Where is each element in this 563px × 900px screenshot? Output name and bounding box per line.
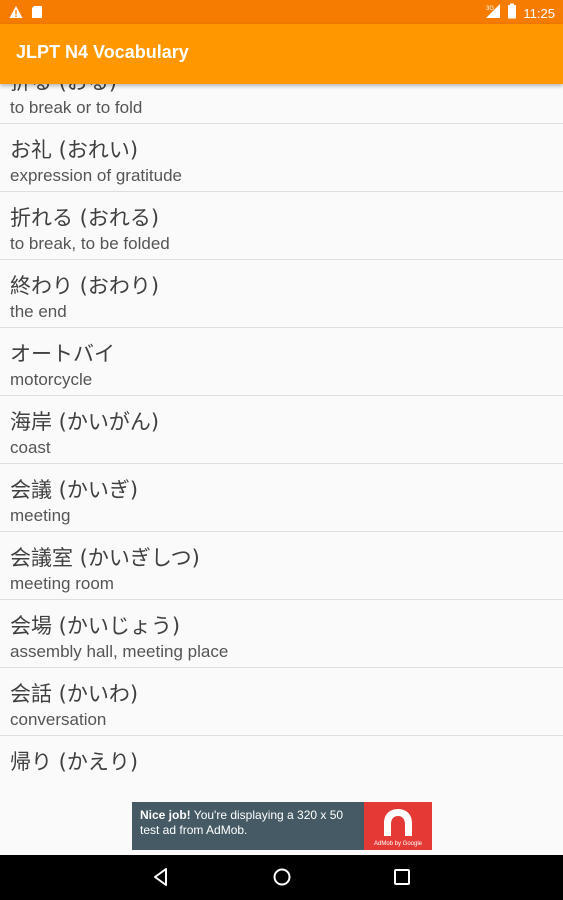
vocab-japanese: 海岸 (かいがん) bbox=[10, 410, 160, 434]
vocab-japanese: 会話 (かいわ) bbox=[10, 682, 139, 706]
app-title: JLPT N4 Vocabulary bbox=[16, 42, 189, 62]
vocab-list-item[interactable]: お礼 (おれい) expression of gratitude bbox=[0, 124, 563, 192]
vocab-japanese: オートバイ bbox=[10, 342, 115, 366]
ad-logo-caption: AdMob by Google bbox=[373, 841, 423, 847]
vocab-japanese: 会議室 (かいぎしつ) bbox=[10, 546, 200, 570]
vocab-japanese: 折る (おる) bbox=[10, 84, 117, 96]
battery-icon bbox=[507, 3, 517, 23]
signal-icon: 3G bbox=[485, 3, 501, 23]
vocab-english: the end bbox=[10, 302, 67, 321]
vocab-list-item[interactable]: 会議室 (かいぎしつ) meeting room bbox=[0, 532, 563, 600]
vocab-list[interactable]: 折る (おる) to break or to fold お礼 (おれい) expres… bbox=[0, 84, 563, 786]
ad-text: Nice job! You're displaying a 320 x 50 t… bbox=[140, 808, 360, 838]
vocab-list-item[interactable]: オートバイ motorcycle bbox=[0, 328, 563, 396]
sd-card-icon bbox=[31, 4, 43, 23]
ad-bold-text: Nice job! bbox=[140, 808, 191, 822]
vocab-list-item[interactable]: 会場 (かいじょう) assembly hall, meeting place bbox=[0, 600, 563, 668]
vocab-english: conversation bbox=[10, 710, 107, 729]
recents-icon[interactable] bbox=[391, 866, 413, 888]
vocab-english: to break or to fold bbox=[10, 98, 143, 117]
vocab-list-item[interactable]: 折れる (おれる) to break, to be folded bbox=[0, 192, 563, 260]
warning-icon bbox=[9, 4, 23, 23]
vocab-english: motorcycle bbox=[10, 370, 93, 389]
vocab-list-item[interactable]: 帰り (かえり) bbox=[0, 736, 563, 786]
vocab-japanese: 終わり (おわり) bbox=[10, 274, 160, 298]
vocab-list-item[interactable]: 会話 (かいわ) conversation bbox=[0, 668, 563, 736]
vocab-list-item[interactable]: 終わり (おわり) the end bbox=[0, 260, 563, 328]
vocab-english: expression of gratitude bbox=[10, 166, 182, 185]
back-icon[interactable] bbox=[150, 866, 172, 888]
vocab-japanese: 会場 (かいじょう) bbox=[10, 614, 181, 638]
vocab-english: coast bbox=[10, 438, 51, 457]
vocab-list-item[interactable]: 折る (おる) to break or to fold bbox=[0, 84, 563, 124]
vocab-japanese: お礼 (おれい) bbox=[10, 138, 139, 162]
status-time: 11:25 bbox=[523, 5, 555, 21]
vocab-japanese: 折れる (おれる) bbox=[10, 206, 160, 230]
network-label: 3G bbox=[486, 6, 494, 12]
status-bar: 3G 11:25 bbox=[0, 0, 563, 24]
vocab-list-item[interactable]: 会議 (かいぎ) meeting bbox=[0, 464, 563, 532]
vocab-japanese: 帰り (かえり) bbox=[10, 750, 139, 774]
vocab-english: meeting room bbox=[10, 574, 114, 593]
vocab-english: assembly hall, meeting place bbox=[10, 642, 229, 661]
vocab-japanese: 会議 (かいぎ) bbox=[10, 478, 139, 502]
home-icon[interactable] bbox=[271, 866, 293, 888]
vocab-english: to break, to be folded bbox=[10, 234, 170, 253]
vocab-english: meeting bbox=[10, 506, 71, 525]
navigation-bar bbox=[0, 855, 563, 900]
ad-banner[interactable]: Nice job! You're displaying a 320 x 50 t… bbox=[132, 802, 432, 850]
admob-logo: AdMob by Google bbox=[364, 802, 432, 850]
app-bar: JLPT N4 Vocabulary bbox=[0, 24, 563, 84]
vocab-list-item[interactable]: 海岸 (かいがん) coast bbox=[0, 396, 563, 464]
